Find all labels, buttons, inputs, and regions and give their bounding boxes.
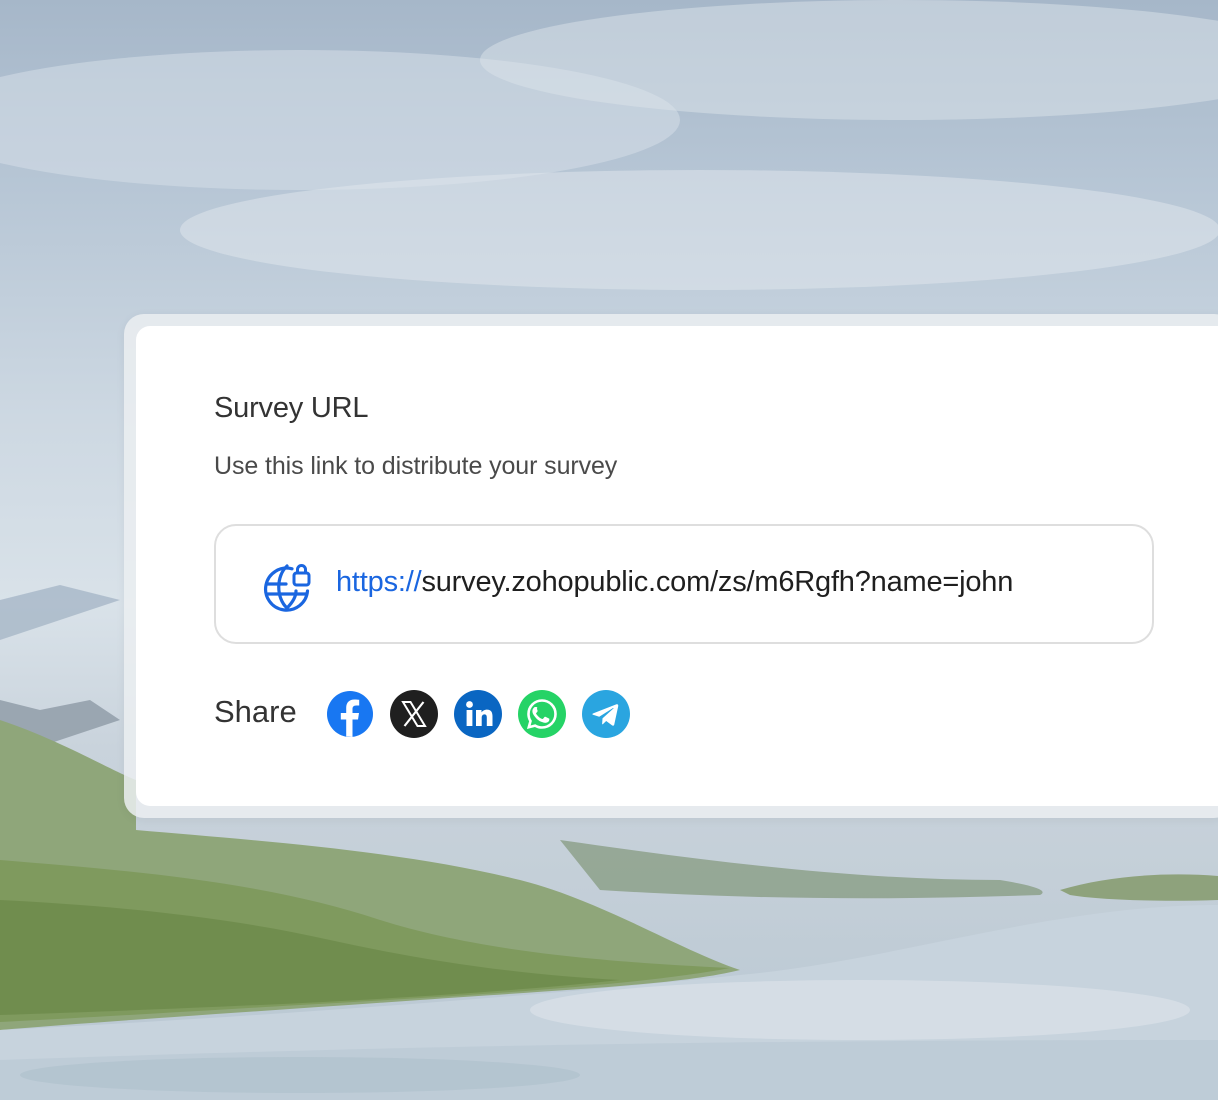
survey-url-field[interactable]: https://survey.zohopublic.com/zs/m6Rgfh?… [214, 524, 1154, 644]
facebook-icon[interactable] [326, 690, 374, 738]
survey-url-text[interactable]: https://survey.zohopublic.com/zs/m6Rgfh?… [336, 566, 1013, 599]
url-protocol: https:// [336, 566, 422, 598]
url-path: survey.zohopublic.com/zs/m6Rgfh?name=joh… [421, 566, 1014, 598]
whatsapp-icon[interactable] [518, 690, 566, 738]
linkedin-icon[interactable] [454, 690, 502, 738]
share-label: Share [214, 694, 297, 729]
card-title: Survey URL [214, 392, 369, 424]
globe-icon [262, 562, 312, 612]
card-subtitle: Use this link to distribute your survey [214, 452, 618, 480]
telegram-icon[interactable] [582, 690, 630, 738]
x-icon[interactable] [390, 690, 438, 738]
survey-url-card: Survey URL Use this link to distribute y… [136, 326, 1218, 806]
